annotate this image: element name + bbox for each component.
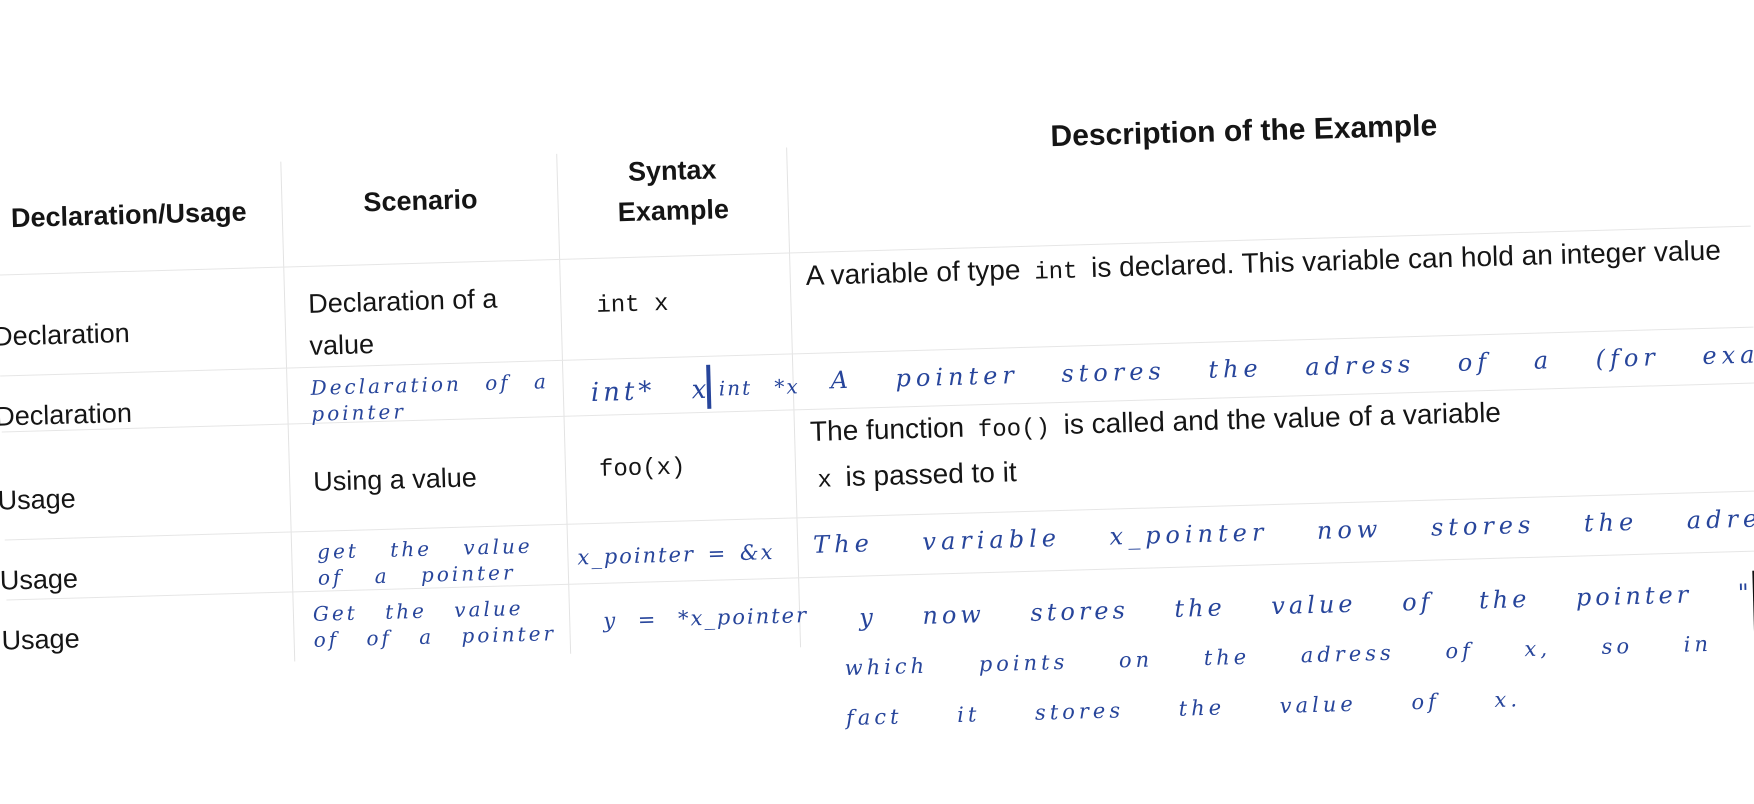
row3-description-code: foo() xyxy=(977,415,1051,445)
row3-kind: Usage xyxy=(0,483,77,516)
row5-scenario: Get the value of of a pointer xyxy=(312,596,557,652)
column-divider xyxy=(556,153,572,654)
row4-description: The variable x_pointer now stores the ad… xyxy=(812,499,1754,559)
header-declaration-usage: Declaration/Usage xyxy=(10,196,247,234)
row3-description-text: The function xyxy=(809,411,965,447)
row2-syntax-right: int *x xyxy=(718,374,801,401)
row4-scenario: get the value of a pointer xyxy=(316,533,533,590)
row1-description-code: int xyxy=(1033,258,1078,287)
row2-kind: Declaration xyxy=(0,397,133,432)
header-scenario: Scenario xyxy=(363,184,478,218)
row4-syntax: x_pointer = &x xyxy=(577,540,775,570)
row3-description-code2: x xyxy=(817,467,833,495)
row3-description-after: is passed to it xyxy=(845,456,1018,492)
row5-kind: Usage xyxy=(1,623,80,656)
row1-syntax: int x xyxy=(596,290,669,320)
header-syntax-example: Syntax Example xyxy=(617,154,730,228)
document-sheet: Declaration/Usage Scenario Syntax Exampl… xyxy=(0,0,1754,803)
row1-description-text: A variable of type xyxy=(805,254,1021,292)
row3-description: The function foo() is called and the val… xyxy=(809,385,1741,503)
row1-scenario: Declaration of a value xyxy=(307,283,498,361)
row3-syntax: foo(x) xyxy=(598,454,686,484)
row5-syntax: y = *x_pointer xyxy=(602,603,809,633)
row3-scenario: Using a value xyxy=(312,462,478,497)
pen-divider-mark xyxy=(706,364,712,409)
row2-scenario: Declaration of a pointer xyxy=(310,369,550,426)
row1-kind: Declaration xyxy=(0,317,131,352)
column-divider xyxy=(280,161,296,662)
row2-syntax-left: int* x xyxy=(590,374,711,409)
header-description: Description of the Example xyxy=(1050,109,1438,154)
row3-description-middle: is called and the value of a variable xyxy=(1063,396,1502,440)
row4-kind: Usage xyxy=(0,563,79,596)
